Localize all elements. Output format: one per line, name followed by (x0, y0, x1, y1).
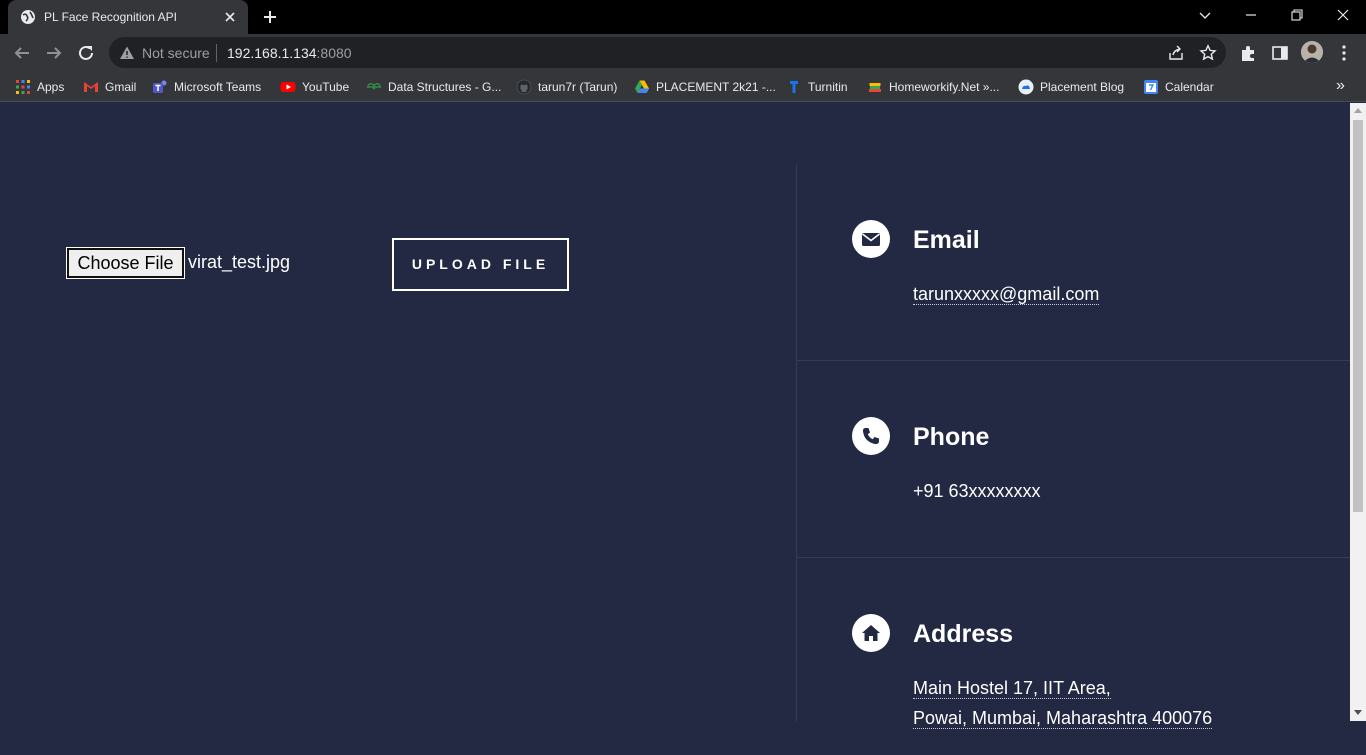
tab-search-icon[interactable] (1182, 0, 1228, 30)
close-tab-icon[interactable] (222, 9, 238, 25)
bookmark-label: Turnitin (808, 80, 848, 94)
warning-icon[interactable] (119, 45, 135, 61)
reload-icon[interactable] (74, 41, 98, 65)
calendar-icon (1144, 80, 1158, 94)
bookmark-label: Gmail (105, 80, 137, 94)
url-text[interactable]: 192.168.1.134:8080 (227, 45, 352, 61)
choose-file-button[interactable]: Choose File (66, 247, 185, 279)
page-scrollbar[interactable] (1350, 103, 1366, 721)
tab-title: PL Face Recognition API (44, 10, 177, 24)
restore-icon[interactable] (1274, 0, 1320, 30)
address-bar[interactable]: Not secure 192.168.1.134:8080 (109, 37, 1226, 68)
email-icon-circle (852, 220, 890, 258)
globe-icon (21, 10, 35, 24)
star-icon[interactable] (1199, 44, 1217, 62)
share-icon[interactable] (1167, 44, 1185, 62)
address-line-2[interactable]: Powai, Mumbai, Maharashtra 400076 (913, 708, 1213, 729)
selected-file-name: virat_test.jpg (188, 252, 291, 272)
phone-icon-circle (852, 417, 890, 455)
contact-address-block: Address Main Hostel 17, IIT Area, Powai,… (797, 558, 1351, 755)
minimize-icon[interactable] (1228, 0, 1274, 30)
turnitin-icon (790, 81, 798, 93)
bookmark-label: Data Structures - G... (388, 80, 502, 94)
extensions-icon[interactable] (1238, 43, 1258, 63)
plus-icon (264, 11, 276, 23)
new-tab-button[interactable] (258, 6, 282, 28)
back-icon[interactable] (10, 41, 34, 65)
scrollbar-thumb[interactable] (1353, 120, 1363, 512)
side-panel-icon[interactable] (1270, 43, 1290, 63)
blog-icon (1018, 79, 1034, 95)
teams-icon (153, 80, 167, 93)
youtube-icon (280, 82, 296, 92)
drive-icon (635, 80, 649, 93)
contact-panel: Email tarunxxxxx@gmail.com Phone +91 63x… (796, 164, 1351, 729)
forward-icon[interactable] (42, 41, 66, 65)
bookmarks-overflow-chevron-icon[interactable]: » (1336, 77, 1345, 95)
scroll-down-icon[interactable] (1354, 710, 1362, 715)
email-link[interactable]: tarunxxxxx@gmail.com (913, 284, 1100, 305)
menu-dots-icon[interactable] (1334, 43, 1354, 63)
phone-icon (862, 428, 879, 445)
bookmark-label: Calendar (1165, 80, 1214, 94)
bookmark-label: YouTube (302, 80, 350, 94)
browser-tab[interactable]: PL Face Recognition API (8, 0, 248, 34)
profile-avatar[interactable] (1301, 41, 1323, 63)
home-icon (862, 625, 880, 641)
bookmarks-bar: Apps Gmail Microsoft Teams YouTube Data … (0, 72, 1366, 102)
github-icon (516, 79, 532, 95)
upload-file-button[interactable]: UPLOAD FILE (392, 238, 569, 291)
profile-photo-icon (1301, 41, 1323, 63)
address-icon-circle (852, 614, 890, 652)
bookmark-label: PLACEMENT 2k21 -... (656, 80, 776, 94)
address-value: Main Hostel 17, IIT Area, Powai, Mumbai,… (913, 673, 1213, 733)
bookmark-label: Apps (37, 80, 65, 94)
contact-email-block: Email tarunxxxxx@gmail.com (797, 164, 1351, 361)
apps-grid-icon (16, 80, 30, 94)
bookmark-label: Homeworkify.Net »... (889, 80, 1000, 94)
browser-toolbar: Not secure 192.168.1.134:8080 (0, 34, 1366, 72)
tab-strip: PL Face Recognition API (0, 0, 1366, 34)
gfg-icon (367, 83, 381, 90)
bookmark-label: Microsoft Teams (174, 80, 262, 94)
phone-value: +91 63xxxxxxxx (913, 481, 1041, 501)
close-window-icon[interactable] (1320, 0, 1366, 30)
bookmark-label: tarun7r (Tarun) (538, 80, 618, 94)
url-host: 192.168.1.134 (227, 45, 317, 61)
phone-title: Phone (913, 423, 990, 451)
address-line-1[interactable]: Main Hostel 17, IIT Area, (913, 678, 1111, 699)
email-title: Email (913, 226, 980, 254)
envelope-icon (862, 233, 880, 246)
gmail-icon (84, 82, 98, 92)
contact-phone-block: Phone +91 63xxxxxxxx (797, 361, 1351, 558)
scroll-up-icon[interactable] (1354, 108, 1362, 113)
address-separator (216, 44, 217, 62)
books-icon (869, 83, 881, 92)
url-port: :8080 (316, 45, 352, 61)
email-value: tarunxxxxx@gmail.com (913, 279, 1100, 309)
security-label[interactable]: Not secure (142, 45, 210, 61)
bookmark-label: Placement Blog (1040, 80, 1125, 94)
page-content: Choose File virat_test.jpg UPLOAD FILE E… (0, 103, 1351, 729)
address-title: Address (913, 620, 1014, 648)
